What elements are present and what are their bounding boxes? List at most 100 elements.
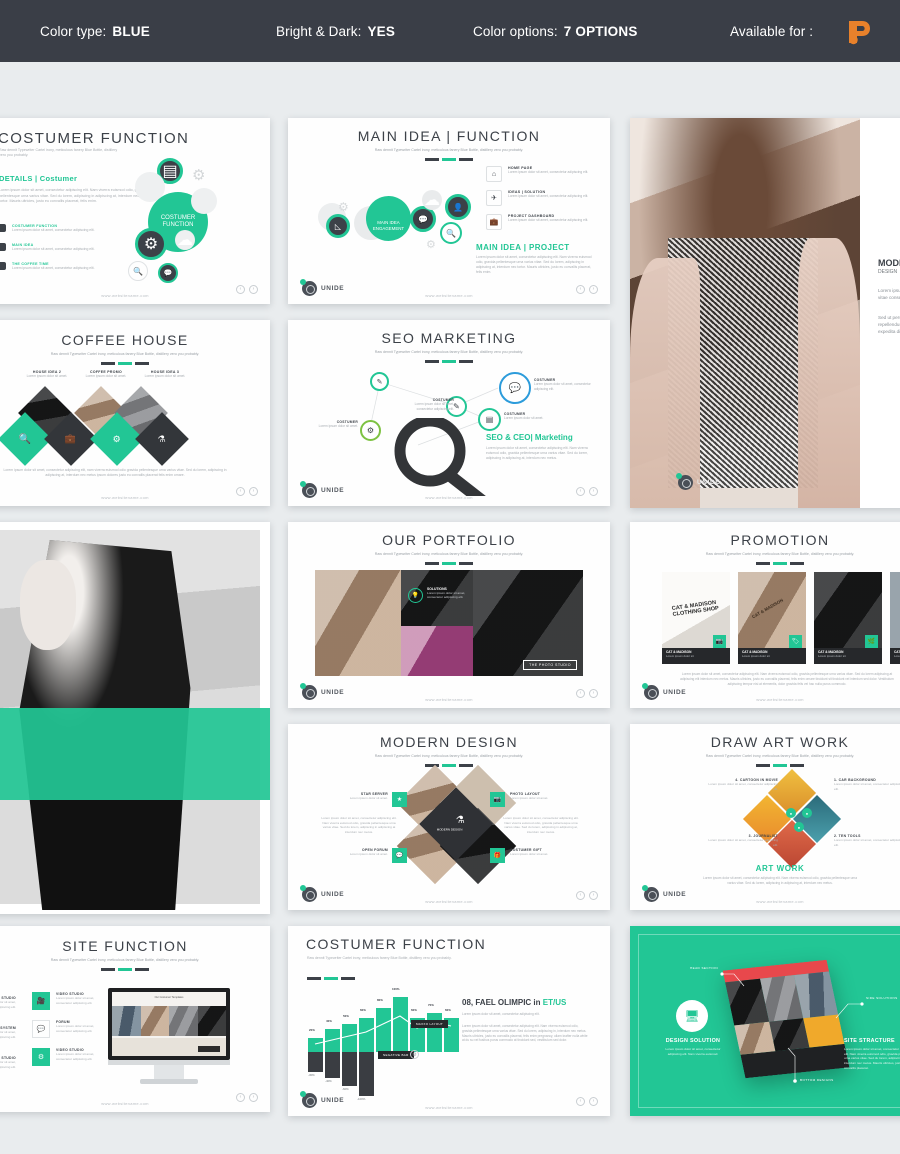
node-text: Lorem ipsum dolor sit amet, consectetur … xyxy=(534,382,591,391)
section-head: SEO & CEO| Marketing xyxy=(486,433,573,442)
slide-site-function[interactable]: SITE FUNCTION Raw dennit Typewriter Cart… xyxy=(0,926,270,1112)
monitor-frame: Our Costumer Templates xyxy=(108,988,230,1060)
slide-footer-url: www.websitename.com xyxy=(101,1101,149,1106)
portfolio-photo-overlay[interactable]: 💡 SOLUTIONS Lorem ipsum dolor sit amet, … xyxy=(401,570,473,626)
nav-next-button[interactable]: › xyxy=(589,487,598,496)
feature-text: Lorem ipsum dolor sit amet, consectetur … xyxy=(508,218,589,222)
promo-card[interactable]: CAT & MADISON CLOTHING SHOP 📷 CAT & MADI… xyxy=(662,572,730,664)
cloud-icon: ☁ xyxy=(422,190,442,210)
slide-nav[interactable]: ‹ › xyxy=(576,1097,598,1106)
portfolio-photo[interactable] xyxy=(401,626,473,676)
chart-tag-positive: MAXXO LAYOUT xyxy=(411,1020,449,1028)
callout-label: HEAD SECTION xyxy=(689,966,718,970)
section-body: Lorem ipsum dolor sit amet, consectetur … xyxy=(0,188,147,204)
photo-line-5: expedita distinctio nam xyxy=(878,329,900,335)
quadrant-text: Lorem ipsum dolor sit amet. xyxy=(349,852,388,856)
bullet-icon xyxy=(0,262,6,271)
photo-line-1: Lorem ipsum dolor sit xyxy=(878,288,900,293)
slide-nav[interactable]: ‹ › xyxy=(236,487,258,496)
slide-modern-design[interactable]: MODERN DESIGN Raw dennit Typewriter Cart… xyxy=(288,724,610,910)
section-body: Lorem ipsum dolor sit amet, consectetur … xyxy=(486,446,589,461)
nav-prev-button[interactable]: ‹ xyxy=(236,285,245,294)
slide-title: COSTUMER FUNCTION xyxy=(0,130,190,147)
slide-fashion-portrait[interactable]: MODEL DESIGN Lorem ipsum dolor sit vitae… xyxy=(630,118,900,508)
seo-node-label: COSTUMER Lorem ipsum dolor sit amet. xyxy=(306,420,358,429)
site-item[interactable]: 🎥 VIDEO STUDIO Lorem ipsum dolor sit ame… xyxy=(32,992,110,1010)
title-dashes xyxy=(630,764,900,768)
site-left-item: PHOTO STUDIO Lorem ipsum dolor sit amet,… xyxy=(0,1056,16,1069)
slide-nav[interactable]: ‹ › xyxy=(236,285,258,294)
quadrant-label: COSTUMER GIFT Lorem ipsum dolor sit amet… xyxy=(510,848,562,857)
slide-main-idea-function[interactable]: MAIN IDEA | FUNCTION Raw dennit Typewrit… xyxy=(288,118,610,304)
promo-card[interactable]: 🌿 CAT & MADISON Lorem ipsum dolor sit xyxy=(814,572,882,664)
nav-next-button[interactable]: › xyxy=(589,689,598,698)
portfolio-photo[interactable] xyxy=(315,570,401,676)
dash-accent xyxy=(118,362,132,366)
brand-logo: UNIDE xyxy=(676,473,720,490)
section-head-text: SEO & CEO| Marketing xyxy=(486,433,573,442)
slide-promotion[interactable]: PROMOTION Raw dennit Typewriter Cartel i… xyxy=(630,522,900,708)
slide-nav[interactable]: ‹ › xyxy=(576,891,598,900)
nav-prev-button[interactable]: ‹ xyxy=(576,285,585,294)
slide-design-solution[interactable]: 🖥 DESIGN SOLUTION Lorem ipsum dolor sit … xyxy=(630,926,900,1116)
slide-grid: COSTUMER FUNCTION Raw dennit Typewriter … xyxy=(0,62,900,1154)
slide-nav[interactable]: ‹ › xyxy=(236,1093,258,1102)
slide-costumer-function-chart[interactable]: COSTUMER FUNCTION Raw dennit Typewriter … xyxy=(288,926,610,1116)
portfolio-photo[interactable]: THE PHOTO STUDIO xyxy=(473,570,583,676)
item-text: Lorem ipsum dolor sit amet, consectetur … xyxy=(56,1052,95,1061)
info-item-color-options: Color options: 7 OPTIONS xyxy=(473,24,638,39)
dash xyxy=(790,562,804,566)
callout-lines xyxy=(720,972,864,1083)
item-text: Lorem ipsum dolor sit amet, consectetur … xyxy=(56,996,95,1005)
chat-icon[interactable]: 💬 xyxy=(499,372,531,404)
feature-item[interactable]: ✈ IDEAS | SOLUTION Lorem ipsum dolor sit… xyxy=(486,190,598,206)
feature-item[interactable]: ⌂ HOME PAGE Lorem ipsum dolor sit amet, … xyxy=(486,166,598,182)
nav-next-button[interactable]: › xyxy=(249,487,258,496)
bullet-item[interactable]: COSTUMER FUNCTION Lorem ipsum dolor sit … xyxy=(0,224,158,233)
nav-prev-button[interactable]: ‹ xyxy=(236,487,245,496)
dash xyxy=(135,362,149,366)
slide-title: PROMOTION xyxy=(730,532,830,548)
nav-prev-button[interactable]: ‹ xyxy=(576,1097,585,1106)
site-item[interactable]: 💬 FORUM Lorem ipsum dolor sit amet, cons… xyxy=(32,1020,110,1038)
nav-next-button[interactable]: › xyxy=(249,285,258,294)
pen-icon[interactable]: ✎ xyxy=(370,372,389,391)
bubble-decor xyxy=(191,188,217,214)
slide-draw-art-work[interactable]: DRAW ART WORK Raw dennit Typewriter Cart… xyxy=(630,724,900,910)
nav-next-button[interactable]: › xyxy=(589,285,598,294)
nav-next-button[interactable]: › xyxy=(589,1097,598,1106)
dash-accent xyxy=(118,968,132,972)
quadrant-text: Lorem ipsum dolor sit amet. xyxy=(510,796,549,800)
dash xyxy=(425,158,439,162)
gear-icon[interactable]: ⚙ xyxy=(360,420,381,441)
photo-line-4: repellendus temporibus xyxy=(878,322,900,328)
nav-prev-button[interactable]: ‹ xyxy=(576,689,585,698)
slide-nav[interactable]: ‹ › xyxy=(576,487,598,496)
promo-card[interactable]: 📍 CAT & MADISON Lorem ipsum dolor xyxy=(890,572,900,664)
feature-item[interactable]: 💼 PROJECT DASHBOARD Lorem ipsum dolor si… xyxy=(486,214,598,230)
photo-caption: THE PHOTO STUDIO xyxy=(523,660,577,670)
title-dashes xyxy=(0,968,270,972)
gears-icon: ⚙ xyxy=(135,228,167,260)
bar-label: 60% xyxy=(445,1008,451,1012)
slide-seo-marketing[interactable]: SEO MARKETING Raw dennit Typewriter Cart… xyxy=(288,320,610,506)
site-item[interactable]: ⚙ VIDEO STUDIO Lorem ipsum dolor sit ame… xyxy=(32,1048,110,1066)
slide-our-portfolio[interactable]: OUR PORTFOLIO Raw dennit Typewriter Cart… xyxy=(288,522,610,708)
title-dashes xyxy=(288,562,610,566)
slide-subtitle: Raw dennit Typewriter Cartel irony, meti… xyxy=(50,352,200,356)
title-dashes xyxy=(288,764,610,768)
photo-fur-left xyxy=(630,258,700,508)
nav-prev-button[interactable]: ‹ xyxy=(576,487,585,496)
slide-nav[interactable]: ‹ › xyxy=(576,689,598,698)
nav-next-button[interactable]: › xyxy=(589,891,598,900)
nav-next-button[interactable]: › xyxy=(249,1093,258,1102)
slide-costumer-function[interactable]: COSTUMER FUNCTION Raw dennit Typewriter … xyxy=(0,118,270,304)
slide-bw-portrait-band[interactable] xyxy=(0,522,270,914)
promo-card[interactable]: CAT & MADISON 🏷 CAT & MADISON Lorem ipsu… xyxy=(738,572,806,664)
nav-prev-button[interactable]: ‹ xyxy=(576,891,585,900)
nav-prev-button[interactable]: ‹ xyxy=(236,1093,245,1102)
brand-name: UNIDE xyxy=(321,891,345,898)
slide-nav[interactable]: ‹ › xyxy=(576,285,598,294)
slide-coffee-house[interactable]: COFFEE HOUSE Raw dennit Typewriter Carte… xyxy=(0,320,270,506)
photo-line-3: Sed ut perspiciatis unde xyxy=(878,314,900,320)
